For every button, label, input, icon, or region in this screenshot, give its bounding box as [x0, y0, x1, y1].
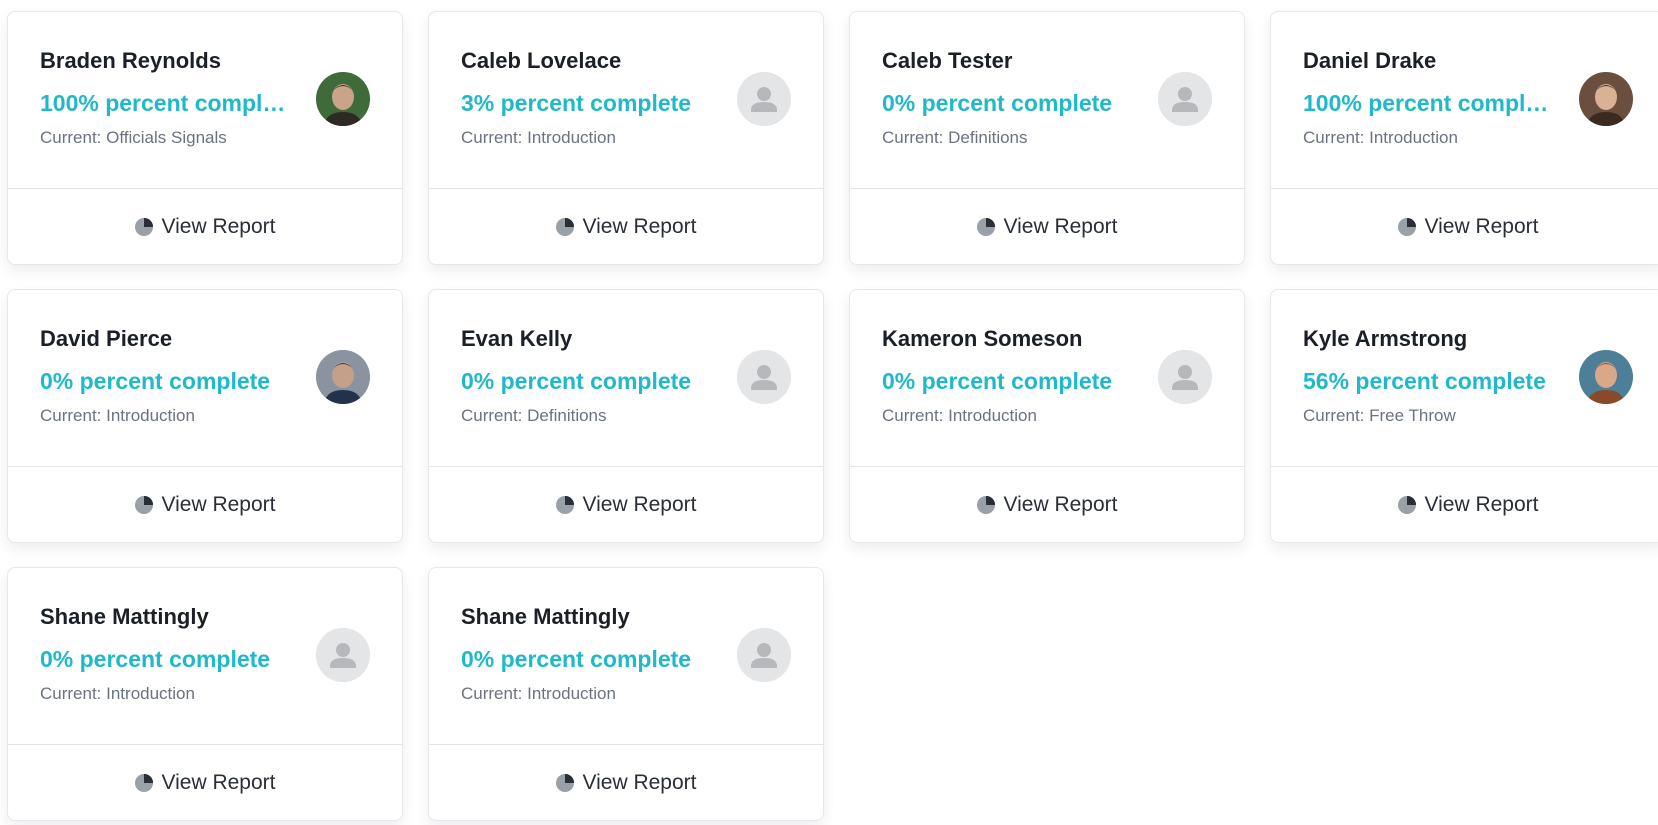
- view-report-label: View Report: [161, 770, 276, 794]
- progress-text: 100% percent complete: [40, 90, 290, 116]
- view-report-button[interactable]: View Report: [1271, 189, 1658, 264]
- current-lesson: Current: Officials Signals: [40, 128, 227, 147]
- student-card-body: Shane Mattingly 0% percent complete Curr…: [429, 568, 823, 745]
- current-lesson: Current: Introduction: [461, 128, 616, 147]
- photo-avatar: [316, 72, 370, 126]
- pie-chart-icon: [1397, 217, 1417, 237]
- photo-avatar: [1579, 350, 1633, 404]
- default-avatar-icon: [316, 628, 370, 682]
- pie-chart-icon: [134, 773, 154, 793]
- student-card-body: Shane Mattingly 0% percent complete Curr…: [8, 568, 402, 745]
- student-card: Kameron Someson 0% percent complete Curr…: [849, 289, 1245, 543]
- student-card: Caleb Lovelace 3% percent complete Curre…: [428, 11, 824, 265]
- view-report-button[interactable]: View Report: [429, 467, 823, 542]
- student-card-body: Evan Kelly 0% percent complete Current: …: [429, 290, 823, 467]
- student-card: Daniel Drake 100% percent complete Curre…: [1270, 11, 1658, 265]
- default-avatar-icon: [1158, 350, 1212, 404]
- view-report-label: View Report: [161, 492, 276, 516]
- student-name: David Pierce: [40, 326, 173, 351]
- student-card-body: Caleb Lovelace 3% percent complete Curre…: [429, 12, 823, 189]
- pie-chart-icon: [555, 217, 575, 237]
- student-name: Kameron Someson: [882, 326, 1083, 351]
- current-lesson: Current: Introduction: [461, 684, 616, 703]
- current-lesson: Current: Introduction: [1303, 128, 1458, 147]
- default-avatar-icon: [1158, 72, 1212, 126]
- photo-avatar: [1579, 72, 1633, 126]
- progress-text: 0% percent complete: [40, 646, 271, 672]
- view-report-button[interactable]: View Report: [8, 189, 402, 264]
- student-name: Caleb Tester: [882, 48, 1013, 73]
- student-card: Shane Mattingly 0% percent complete Curr…: [428, 567, 824, 821]
- progress-text: 56% percent complete: [1303, 368, 1546, 394]
- student-card: Shane Mattingly 0% percent complete Curr…: [7, 567, 403, 821]
- view-report-label: View Report: [1424, 492, 1539, 516]
- student-card: Evan Kelly 0% percent complete Current: …: [428, 289, 824, 543]
- student-card: Caleb Tester 0% percent complete Current…: [849, 11, 1245, 265]
- student-card-body: Daniel Drake 100% percent complete Curre…: [1271, 12, 1658, 189]
- view-report-button[interactable]: View Report: [8, 745, 402, 820]
- view-report-button[interactable]: View Report: [429, 189, 823, 264]
- student-card: Braden Reynolds 100% percent complete Cu…: [7, 11, 403, 265]
- photo-avatar: [316, 350, 370, 404]
- progress-text: 0% percent complete: [461, 368, 692, 394]
- pie-chart-icon: [134, 217, 154, 237]
- current-lesson: Current: Definitions: [882, 128, 1028, 147]
- view-report-label: View Report: [582, 770, 697, 794]
- pie-chart-icon: [134, 495, 154, 515]
- student-name: Daniel Drake: [1303, 48, 1437, 73]
- view-report-label: View Report: [582, 214, 697, 238]
- view-report-label: View Report: [1003, 214, 1118, 238]
- view-report-button[interactable]: View Report: [8, 467, 402, 542]
- student-card-body: David Pierce 0% percent complete Current…: [8, 290, 402, 467]
- pie-chart-icon: [555, 495, 575, 515]
- view-report-button[interactable]: View Report: [1271, 467, 1658, 542]
- view-report-label: View Report: [1003, 492, 1118, 516]
- progress-text: 0% percent complete: [882, 90, 1113, 116]
- view-report-button[interactable]: View Report: [429, 745, 823, 820]
- view-report-label: View Report: [582, 492, 697, 516]
- current-lesson: Current: Introduction: [40, 684, 195, 703]
- student-name: Evan Kelly: [461, 326, 573, 351]
- default-avatar-icon: [737, 72, 791, 126]
- default-avatar-icon: [737, 350, 791, 404]
- pie-chart-icon: [976, 217, 996, 237]
- pie-chart-icon: [555, 773, 575, 793]
- progress-text: 3% percent complete: [461, 90, 692, 116]
- progress-text: 0% percent complete: [461, 646, 692, 672]
- student-card-grid: Braden Reynolds 100% percent complete Cu…: [7, 11, 1658, 821]
- student-card-body: Kyle Armstrong 56% percent complete Curr…: [1271, 290, 1658, 467]
- default-avatar-icon: [737, 628, 791, 682]
- student-name: Shane Mattingly: [461, 604, 630, 629]
- progress-text: 0% percent complete: [40, 368, 271, 394]
- view-report-label: View Report: [1424, 214, 1539, 238]
- student-name: Braden Reynolds: [40, 48, 221, 73]
- current-lesson: Current: Introduction: [882, 406, 1037, 425]
- current-lesson: Current: Introduction: [40, 406, 195, 425]
- student-card-body: Braden Reynolds 100% percent complete Cu…: [8, 12, 402, 189]
- pie-chart-icon: [1397, 495, 1417, 515]
- student-card: Kyle Armstrong 56% percent complete Curr…: [1270, 289, 1658, 543]
- view-report-button[interactable]: View Report: [850, 189, 1244, 264]
- student-name: Kyle Armstrong: [1303, 326, 1468, 351]
- student-name: Caleb Lovelace: [461, 48, 622, 73]
- pie-chart-icon: [976, 495, 996, 515]
- progress-text: 0% percent complete: [882, 368, 1113, 394]
- student-card-body: Kameron Someson 0% percent complete Curr…: [850, 290, 1244, 467]
- student-card-body: Caleb Tester 0% percent complete Current…: [850, 12, 1244, 189]
- student-card: David Pierce 0% percent complete Current…: [7, 289, 403, 543]
- progress-text: 100% percent complete: [1303, 90, 1553, 116]
- view-report-button[interactable]: View Report: [850, 467, 1244, 542]
- current-lesson: Current: Definitions: [461, 406, 607, 425]
- view-report-label: View Report: [161, 214, 276, 238]
- current-lesson: Current: Free Throw: [1303, 406, 1456, 425]
- student-name: Shane Mattingly: [40, 604, 209, 629]
